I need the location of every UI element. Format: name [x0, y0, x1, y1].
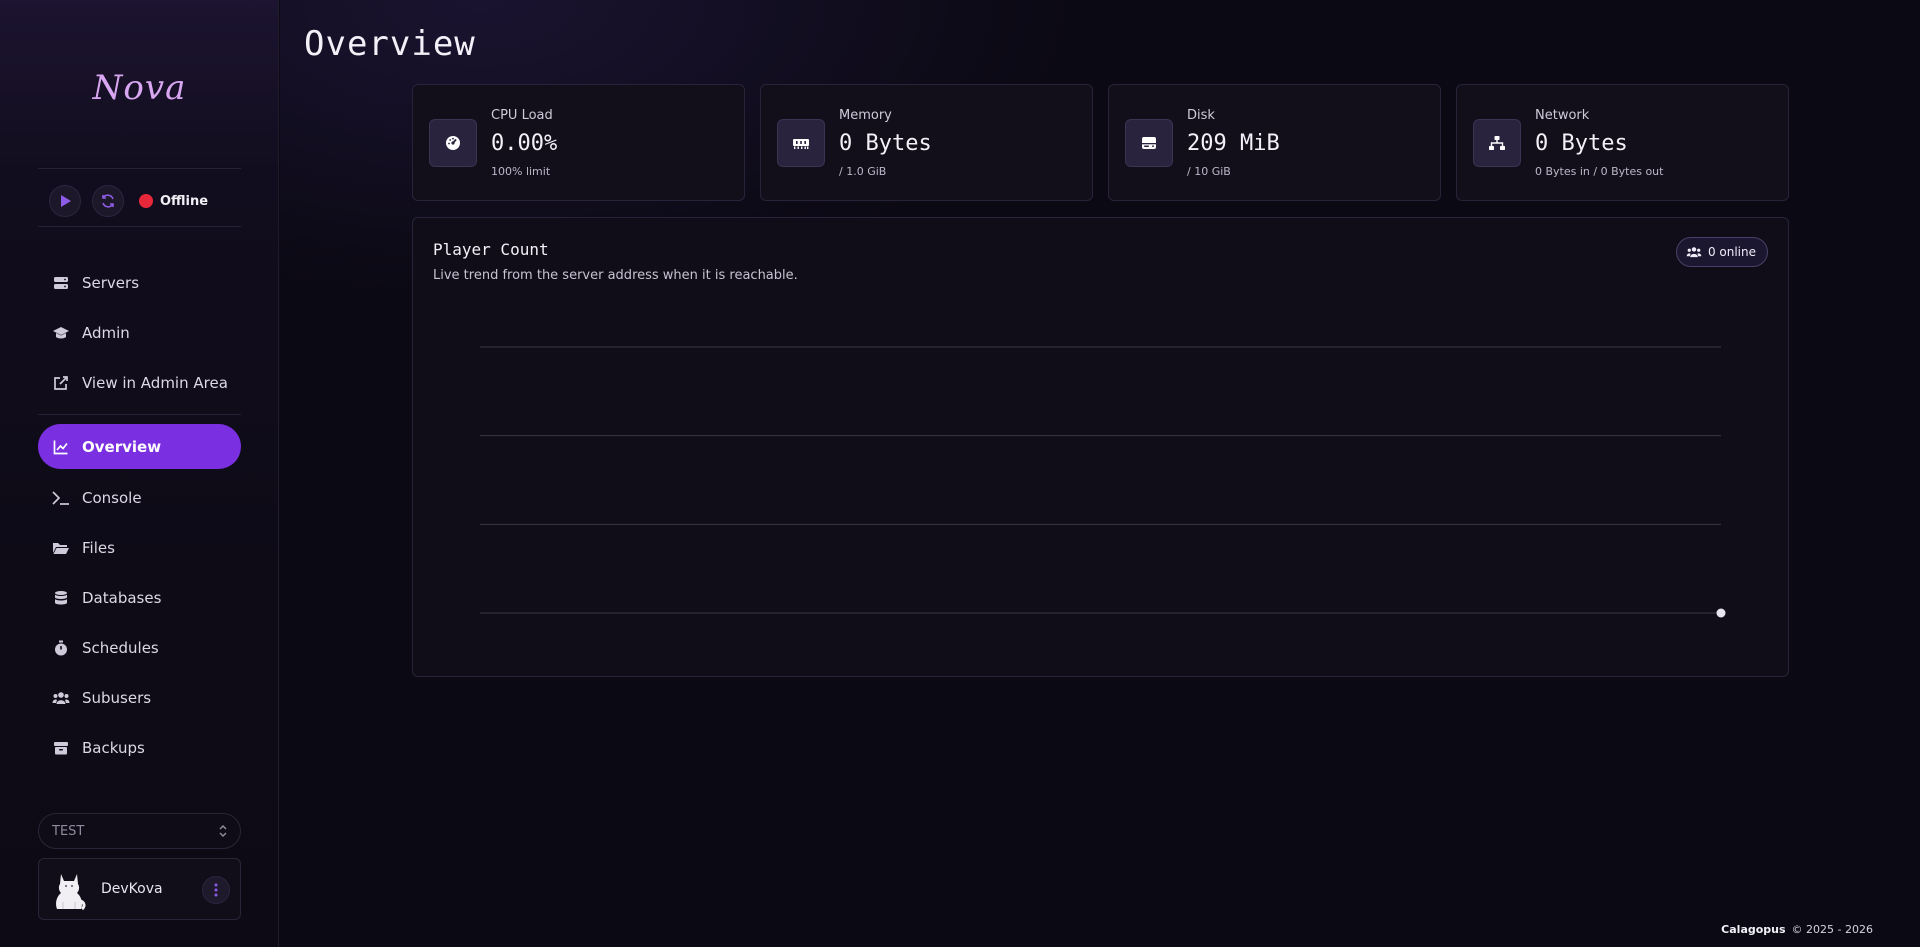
hard-drive-icon [1125, 119, 1173, 167]
sidebar-item-overview[interactable]: Overview [38, 424, 241, 469]
sidebar-divider [38, 414, 241, 415]
footer-brand[interactable]: Calagopus [1721, 923, 1785, 936]
stat-sub: 0 Bytes in / 0 Bytes out [1535, 165, 1664, 178]
status-label: Offline [160, 194, 209, 209]
avatar [56, 874, 86, 910]
sidebar-item-label: Admin [82, 323, 130, 342]
sidebar-divider [38, 226, 241, 227]
sidebar-item-admin[interactable]: Admin [38, 310, 241, 355]
archive-icon [52, 739, 70, 757]
sidebar-item-label: Schedules [82, 638, 159, 657]
sidebar-item-schedules[interactable]: Schedules [38, 625, 241, 670]
user-name: DevKova [101, 881, 163, 897]
stat-card-disk: Disk 209 MiB / 10 GiB [1108, 84, 1441, 201]
sidebar-item-backups[interactable]: Backups [38, 725, 241, 770]
sidebar-item-label: Servers [82, 273, 140, 292]
sidebar-item-label: Databases [82, 588, 162, 607]
stat-label: Memory [839, 108, 892, 123]
user-card[interactable]: DevKova [38, 858, 241, 920]
stat-value: 0.00% [491, 131, 558, 156]
sidebar-item-subusers[interactable]: Subusers [38, 675, 241, 720]
graduation-cap-icon [52, 324, 70, 342]
sidebar-item-label: Subusers [82, 688, 152, 707]
sidebar-item-label: Overview [82, 437, 162, 456]
terminal-icon [52, 489, 70, 507]
restart-button[interactable] [92, 185, 124, 217]
main-content: Overview CPU Load 0.00% 100% limit Memor… [280, 0, 1920, 947]
stat-value: 0 Bytes [839, 131, 932, 156]
player-count-chart [480, 346, 1726, 618]
sidebar-item-console[interactable]: Console [38, 475, 241, 520]
chart-line-icon [52, 438, 70, 456]
sidebar-item-label: Console [82, 488, 142, 507]
more-vertical-icon [214, 883, 218, 897]
sidebar-item-files[interactable]: Files [38, 525, 241, 570]
footer: Calagopus © 2025 - 2026 [1721, 923, 1873, 936]
server-select-value: TEST [52, 823, 85, 839]
stat-sub: 100% limit [491, 165, 551, 178]
sidebar-item-label: View in Admin Area [82, 373, 228, 392]
database-icon [52, 589, 70, 607]
network-icon [1473, 119, 1521, 167]
stat-label: CPU Load [491, 108, 553, 123]
chevron-up-down-icon [219, 824, 227, 838]
start-button[interactable] [49, 185, 81, 217]
gauge-icon [429, 119, 477, 167]
stat-value: 209 MiB [1187, 131, 1280, 156]
stopwatch-icon [52, 639, 70, 657]
sidebar-divider [38, 168, 241, 169]
stat-card-cpu: CPU Load 0.00% 100% limit [412, 84, 745, 201]
stat-label: Disk [1187, 108, 1215, 123]
stat-sub: / 1.0 GiB [839, 165, 887, 178]
stat-label: Network [1535, 108, 1590, 123]
user-menu-button[interactable] [202, 876, 230, 904]
sidebar-item-label: Backups [82, 738, 145, 757]
app-logo[interactable]: Nova [0, 68, 279, 108]
refresh-icon [102, 194, 114, 208]
users-icon [52, 689, 70, 707]
stat-card-network: Network 0 Bytes 0 Bytes in / 0 Bytes out [1456, 84, 1789, 201]
stat-sub: / 10 GiB [1187, 165, 1231, 178]
sidebar-item-view-in-admin-area[interactable]: View in Admin Area [38, 360, 241, 405]
server-icon [52, 274, 70, 292]
sidebar-item-databases[interactable]: Databases [38, 575, 241, 620]
server-select[interactable]: TEST [38, 813, 241, 849]
folder-open-icon [52, 539, 70, 557]
footer-copyright: © 2025 - 2026 [1791, 923, 1873, 936]
play-icon [61, 195, 71, 207]
stat-value: 0 Bytes [1535, 131, 1628, 156]
stat-card-memory: Memory 0 Bytes / 1.0 GiB [760, 84, 1093, 201]
sidebar: Nova Offline Servers Admin View in Admin… [0, 0, 279, 947]
chart-point [1716, 608, 1726, 618]
sidebar-item-servers[interactable]: Servers [38, 260, 241, 305]
external-link-icon [52, 374, 70, 392]
status-indicator [139, 194, 153, 208]
memory-icon [777, 119, 825, 167]
page-title: Overview [304, 24, 476, 64]
player-count-card: Player Count Live trend from the server … [412, 217, 1789, 677]
sidebar-item-label: Files [82, 538, 115, 557]
